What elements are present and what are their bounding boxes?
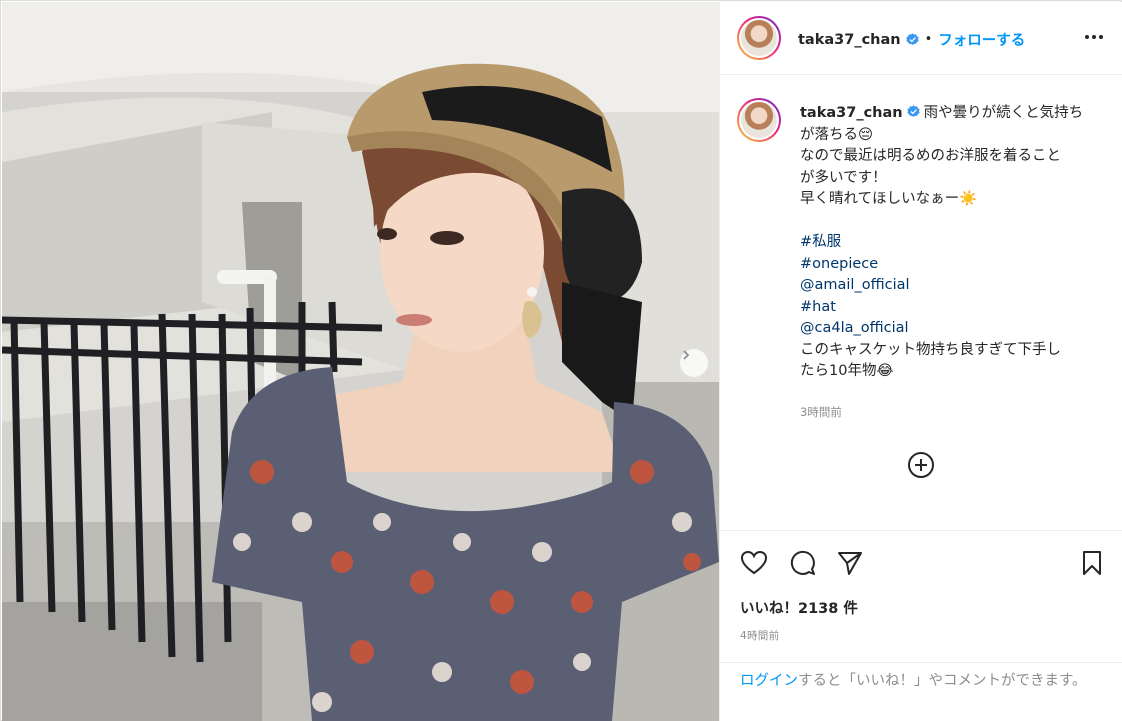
login-prompt: ログインすると「いいね！」やコメントができます。 [720, 662, 1122, 721]
post-header: taka37_chan • フォローする [720, 2, 1122, 75]
caption-line: が多いです！ [800, 169, 887, 186]
caption-line: 早く晴れてほしいなぁー☀️ [800, 191, 978, 207]
mention-link[interactable]: @amail_official [800, 275, 1105, 297]
carousel-next-button[interactable] [680, 349, 708, 377]
caption-first-line: taka37_chan 雨や曇りが続くと気持ち [800, 103, 1105, 125]
bookmark-icon[interactable] [1078, 549, 1106, 577]
caption-text-first: 雨や曇りが続くと気持ち [923, 105, 1084, 121]
comment-icon[interactable] [788, 549, 816, 577]
likes-count[interactable]: いいね！2138 件 [740, 597, 858, 618]
caption-line: このキャスケット物持ち良すぎて下手し [800, 341, 1061, 358]
instagram-post: taka37_chan • フォローする taka37_chan 雨や曇りが続くと… [0, 0, 1122, 721]
heart-icon[interactable] [740, 549, 768, 577]
caption-section: taka37_chan 雨や曇りが続くと気持ち が落ちる😔 なので最近は明るめのお… [720, 76, 1122, 531]
mention-link[interactable]: @ca4la_official [800, 318, 1105, 340]
follow-button[interactable]: フォローする [938, 29, 1025, 50]
separator-dot: • [924, 32, 933, 47]
chevron-right-icon [683, 350, 690, 360]
post-timestamp: 4時間前 [740, 630, 780, 642]
avatar[interactable] [737, 16, 781, 60]
caption-line: なので最近は明るめのお洋服を着ること [800, 148, 1061, 164]
photo-illustration [2, 2, 719, 721]
username-link[interactable]: taka37_chan [798, 32, 901, 48]
hashtag-link[interactable]: #onepiece [800, 254, 1105, 276]
header-user-row: taka37_chan • フォローする [798, 29, 1025, 50]
post-photo[interactable] [2, 2, 719, 721]
hashtag-link[interactable]: #私服 [800, 232, 1105, 254]
paper-plane-icon[interactable] [836, 549, 864, 577]
hashtag-link[interactable]: #hat [800, 297, 1105, 319]
login-text: ログインすると「いいね！」やコメントができます。 [740, 671, 1110, 692]
avatar-image [741, 20, 777, 56]
caption-line: が落ちる😔 [800, 126, 874, 143]
login-rest-text: すると「いいね！」やコメントができます。 [798, 673, 1087, 689]
caption-text: taka37_chan 雨や曇りが続くと気持ち が落ちる😔 なので最近は明るめのお… [800, 103, 1105, 383]
action-bar [720, 531, 1122, 591]
post-side-panel: taka37_chan • フォローする taka37_chan 雨や曇りが続くと… [719, 2, 1122, 721]
caption-username-link[interactable]: taka37_chan [800, 105, 903, 121]
caption-timestamp: 3時間前 [800, 405, 842, 419]
caption-line: たら10年物😂 [800, 363, 894, 379]
verified-badge-icon [906, 105, 920, 118]
verified-badge-icon [905, 33, 919, 46]
caption-avatar[interactable] [737, 98, 781, 142]
more-horizontal-icon[interactable] [1085, 35, 1103, 39]
avatar-image [741, 102, 777, 138]
plus-circle-icon[interactable] [907, 451, 935, 479]
login-link[interactable]: ログイン [740, 673, 798, 689]
